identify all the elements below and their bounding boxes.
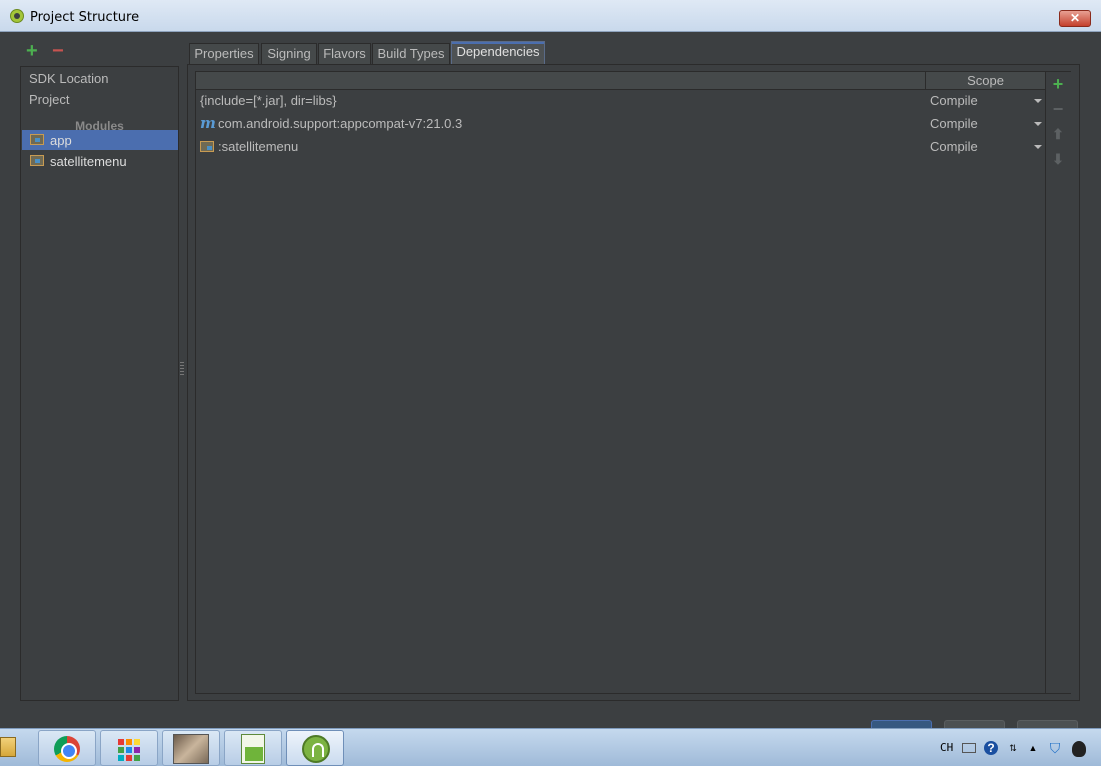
splitter-handle[interactable] bbox=[180, 362, 184, 376]
windows-taskbar: CH ? ⇅ ▲ ⛉ bbox=[0, 728, 1101, 766]
notepad-plus-plus-icon bbox=[241, 734, 265, 764]
nav-item-sdk-location[interactable]: SDK Location bbox=[29, 71, 109, 86]
taskbar-photo[interactable] bbox=[162, 730, 220, 766]
nav-item-project[interactable]: Project bbox=[29, 92, 69, 107]
move-down-button[interactable]: ⬇ bbox=[1050, 151, 1066, 167]
table-row[interactable]: {include=[*.jar], dir=libs} Compile bbox=[196, 90, 1045, 112]
dependencies-toolbar: + − ⬆ ⬇ bbox=[1046, 71, 1071, 694]
show-hidden-icons[interactable]: ▲ bbox=[1026, 741, 1040, 755]
dependencies-table: Scope {include=[*.jar], dir=libs} Compil… bbox=[195, 71, 1046, 694]
project-nav-panel: SDK Location Project Modules app satelli… bbox=[20, 66, 179, 701]
title-bar: Project Structure ✕ bbox=[0, 0, 1101, 32]
android-studio-icon bbox=[10, 9, 24, 23]
explorer-icon[interactable] bbox=[0, 737, 16, 757]
scope-select[interactable]: Compile bbox=[930, 93, 978, 108]
module-item-app[interactable]: app bbox=[22, 130, 178, 150]
close-button[interactable]: ✕ bbox=[1059, 10, 1091, 27]
taskbar-notepadpp[interactable] bbox=[224, 730, 282, 766]
tab-build-types[interactable]: Build Types bbox=[372, 43, 450, 65]
module-folder-icon bbox=[30, 134, 44, 145]
tab-properties[interactable]: Properties bbox=[189, 43, 259, 65]
taskbar-chrome[interactable] bbox=[38, 730, 96, 766]
dependency-name: {include=[*.jar], dir=libs} bbox=[200, 93, 337, 108]
move-up-button[interactable]: ⬆ bbox=[1050, 126, 1066, 142]
dependency-name: com.android.support:appcompat-v7:21.0.3 bbox=[218, 116, 463, 131]
tab-flavors[interactable]: Flavors bbox=[318, 43, 371, 65]
network-icon[interactable]: ⇅ bbox=[1006, 741, 1020, 755]
android-studio-icon bbox=[302, 735, 330, 763]
module-label: satellitemenu bbox=[50, 154, 127, 169]
table-row[interactable]: :satellitemenu Compile bbox=[196, 136, 1045, 158]
remove-dependency-button[interactable]: − bbox=[1050, 100, 1066, 118]
add-dependency-button[interactable]: + bbox=[1050, 75, 1066, 93]
module-item-satellitemenu[interactable]: satellitemenu bbox=[22, 151, 178, 171]
photo-thumbnail-icon bbox=[173, 734, 209, 764]
dependency-name: :satellitemenu bbox=[218, 139, 299, 154]
column-header-scope[interactable]: Scope bbox=[925, 72, 1045, 90]
taskbar-android-studio[interactable] bbox=[286, 730, 344, 766]
apps-grid-icon bbox=[118, 739, 140, 761]
qq-penguin-icon[interactable] bbox=[1072, 741, 1086, 757]
taskbar-apps[interactable] bbox=[100, 730, 158, 766]
shield-icon[interactable]: ⛉ bbox=[1048, 741, 1062, 755]
tray-language[interactable]: CH bbox=[940, 741, 953, 754]
tab-signing[interactable]: Signing bbox=[261, 43, 317, 65]
module-folder-icon bbox=[200, 141, 214, 152]
window-title: Project Structure bbox=[30, 10, 140, 25]
table-row[interactable]: m com.android.support:appcompat-v7:21.0.… bbox=[196, 113, 1045, 135]
chevron-down-icon[interactable] bbox=[1034, 122, 1042, 126]
add-module-button[interactable]: + bbox=[26, 41, 38, 61]
module-label: app bbox=[50, 133, 72, 148]
chrome-icon bbox=[54, 736, 80, 762]
tab-dependencies[interactable]: Dependencies bbox=[451, 41, 545, 65]
remove-module-button[interactable]: − bbox=[52, 41, 64, 61]
chevron-down-icon[interactable] bbox=[1034, 99, 1042, 103]
table-header: Scope bbox=[196, 72, 1045, 90]
keyboard-icon[interactable] bbox=[962, 743, 976, 753]
scope-select[interactable]: Compile bbox=[930, 116, 978, 131]
chevron-down-icon[interactable] bbox=[1034, 145, 1042, 149]
maven-m-icon: m bbox=[200, 114, 216, 132]
help-icon[interactable]: ? bbox=[984, 741, 998, 755]
module-folder-icon bbox=[30, 155, 44, 166]
scope-select[interactable]: Compile bbox=[930, 139, 978, 154]
